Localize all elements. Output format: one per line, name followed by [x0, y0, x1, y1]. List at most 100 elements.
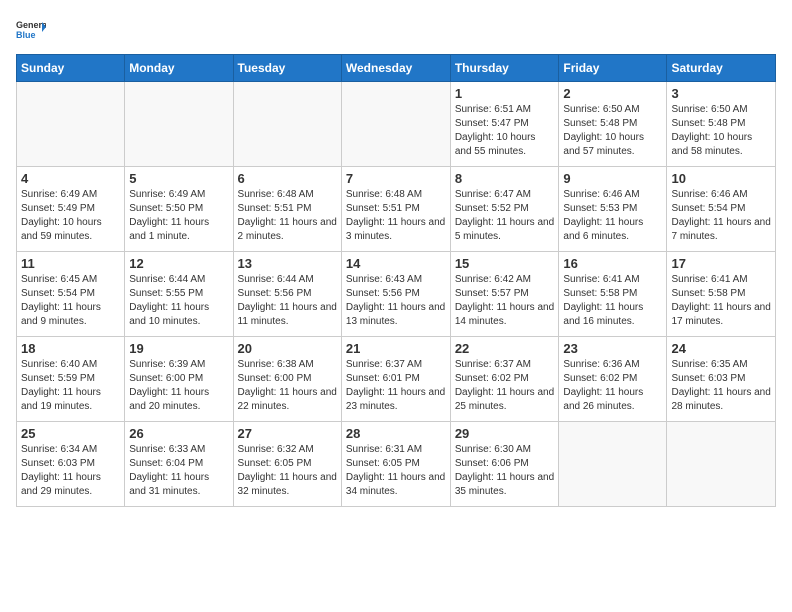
day-number: 20 [238, 341, 337, 356]
day-info: Sunrise: 6:32 AM Sunset: 6:05 PM Dayligh… [238, 443, 337, 499]
calendar-table: SundayMondayTuesdayWednesdayThursdayFrid… [16, 54, 776, 507]
calendar-cell [559, 422, 667, 507]
day-info: Sunrise: 6:42 AM Sunset: 5:57 PM Dayligh… [455, 273, 555, 329]
day-number: 22 [455, 341, 555, 356]
day-number: 25 [21, 426, 120, 441]
day-number: 16 [563, 256, 662, 271]
day-info: Sunrise: 6:30 AM Sunset: 6:06 PM Dayligh… [455, 443, 555, 499]
day-number: 10 [671, 171, 771, 186]
weekday-header-wednesday: Wednesday [341, 55, 450, 82]
day-info: Sunrise: 6:38 AM Sunset: 6:00 PM Dayligh… [238, 358, 337, 414]
day-info: Sunrise: 6:47 AM Sunset: 5:52 PM Dayligh… [455, 188, 555, 244]
calendar-cell: 28 Sunrise: 6:31 AM Sunset: 6:05 PM Dayli… [341, 422, 450, 507]
day-info: Sunrise: 6:31 AM Sunset: 6:05 PM Dayligh… [346, 443, 446, 499]
day-number: 26 [129, 426, 228, 441]
day-number: 17 [671, 256, 771, 271]
day-info: Sunrise: 6:41 AM Sunset: 5:58 PM Dayligh… [563, 273, 662, 329]
day-info: Sunrise: 6:44 AM Sunset: 5:56 PM Dayligh… [238, 273, 337, 329]
calendar-cell: 20 Sunrise: 6:38 AM Sunset: 6:00 PM Dayli… [233, 337, 341, 422]
day-info: Sunrise: 6:34 AM Sunset: 6:03 PM Dayligh… [21, 443, 120, 499]
svg-text:General: General [16, 20, 46, 30]
calendar-cell: 26 Sunrise: 6:33 AM Sunset: 6:04 PM Dayli… [125, 422, 233, 507]
day-number: 29 [455, 426, 555, 441]
calendar-cell: 25 Sunrise: 6:34 AM Sunset: 6:03 PM Dayli… [17, 422, 125, 507]
calendar-cell: 22Sunrise: 6:37 AM Sunset: 6:02 PM Dayli… [450, 337, 559, 422]
week-row-5: 25 Sunrise: 6:34 AM Sunset: 6:03 PM Dayli… [17, 422, 776, 507]
svg-text:Blue: Blue [16, 30, 36, 40]
calendar-cell: 16 Sunrise: 6:41 AM Sunset: 5:58 PM Dayli… [559, 252, 667, 337]
day-info: Sunrise: 6:49 AM Sunset: 5:50 PM Dayligh… [129, 188, 228, 244]
day-number: 24 [671, 341, 771, 356]
day-info: Sunrise: 6:46 AM Sunset: 5:54 PM Dayligh… [671, 188, 771, 244]
calendar-cell [17, 82, 125, 167]
calendar-cell: 12 Sunrise: 6:44 AM Sunset: 5:55 PM Dayli… [125, 252, 233, 337]
calendar-cell [341, 82, 450, 167]
weekday-header-thursday: Thursday [450, 55, 559, 82]
calendar-cell: 29 Sunrise: 6:30 AM Sunset: 6:06 PM Dayli… [450, 422, 559, 507]
day-info: Sunrise: 6:46 AM Sunset: 5:53 PM Dayligh… [563, 188, 662, 244]
calendar-cell: 7 Sunrise: 6:48 AM Sunset: 5:51 PM Daylig… [341, 167, 450, 252]
day-number: 2 [563, 86, 662, 101]
day-number: 11 [21, 256, 120, 271]
day-info: Sunrise: 6:51 AM Sunset: 5:47 PM Dayligh… [455, 103, 555, 159]
calendar-cell: 17 Sunrise: 6:41 AM Sunset: 5:58 PM Dayli… [667, 252, 776, 337]
calendar-cell [667, 422, 776, 507]
day-info: Sunrise: 6:43 AM Sunset: 5:56 PM Dayligh… [346, 273, 446, 329]
calendar-cell: 24 Sunrise: 6:35 AM Sunset: 6:03 PM Dayli… [667, 337, 776, 422]
day-number: 28 [346, 426, 446, 441]
day-info: Sunrise: 6:50 AM Sunset: 5:48 PM Dayligh… [563, 103, 662, 159]
week-row-1: 1 Sunrise: 6:51 AM Sunset: 5:47 PM Daylig… [17, 82, 776, 167]
calendar-cell: 8 Sunrise: 6:47 AM Sunset: 5:52 PM Daylig… [450, 167, 559, 252]
calendar-cell: 5 Sunrise: 6:49 AM Sunset: 5:50 PM Daylig… [125, 167, 233, 252]
logo-icon: General Blue [16, 16, 46, 46]
calendar-cell: 14 Sunrise: 6:43 AM Sunset: 5:56 PM Dayli… [341, 252, 450, 337]
calendar-cell: 21Sunrise: 6:37 AM Sunset: 6:01 PM Dayli… [341, 337, 450, 422]
day-number: 27 [238, 426, 337, 441]
day-info: Sunrise: 6:40 AM Sunset: 5:59 PM Dayligh… [21, 358, 120, 414]
calendar-cell [233, 82, 341, 167]
day-info: Sunrise: 6:44 AM Sunset: 5:55 PM Dayligh… [129, 273, 228, 329]
calendar-cell: 18Sunrise: 6:40 AM Sunset: 5:59 PM Dayli… [17, 337, 125, 422]
calendar-cell: 2 Sunrise: 6:50 AM Sunset: 5:48 PM Daylig… [559, 82, 667, 167]
day-number: 21 [346, 341, 446, 356]
day-info: Sunrise: 6:41 AM Sunset: 5:58 PM Dayligh… [671, 273, 771, 329]
day-number: 23 [563, 341, 662, 356]
week-row-3: 11 Sunrise: 6:45 AM Sunset: 5:54 PM Dayli… [17, 252, 776, 337]
logo: General Blue [16, 16, 46, 46]
weekday-header-saturday: Saturday [667, 55, 776, 82]
day-info: Sunrise: 6:36 AM Sunset: 6:02 PM Dayligh… [563, 358, 662, 414]
calendar-cell: 9 Sunrise: 6:46 AM Sunset: 5:53 PM Daylig… [559, 167, 667, 252]
calendar-cell: 4 Sunrise: 6:49 AM Sunset: 5:49 PM Daylig… [17, 167, 125, 252]
day-number: 15 [455, 256, 555, 271]
day-info: Sunrise: 6:49 AM Sunset: 5:49 PM Dayligh… [21, 188, 120, 244]
day-number: 9 [563, 171, 662, 186]
day-number: 3 [671, 86, 771, 101]
calendar-cell: 11 Sunrise: 6:45 AM Sunset: 5:54 PM Dayli… [17, 252, 125, 337]
day-number: 4 [21, 171, 120, 186]
weekday-header-sunday: Sunday [17, 55, 125, 82]
day-info: Sunrise: 6:39 AM Sunset: 6:00 PM Dayligh… [129, 358, 228, 414]
calendar-cell: 27 Sunrise: 6:32 AM Sunset: 6:05 PM Dayli… [233, 422, 341, 507]
day-number: 7 [346, 171, 446, 186]
day-number: 12 [129, 256, 228, 271]
day-info: Sunrise: 6:33 AM Sunset: 6:04 PM Dayligh… [129, 443, 228, 499]
calendar-cell: 3 Sunrise: 6:50 AM Sunset: 5:48 PM Daylig… [667, 82, 776, 167]
calendar-cell: 6Sunrise: 6:48 AM Sunset: 5:51 PM Daylig… [233, 167, 341, 252]
calendar-cell: 19Sunrise: 6:39 AM Sunset: 6:00 PM Dayli… [125, 337, 233, 422]
day-number: 5 [129, 171, 228, 186]
calendar-cell: 23 Sunrise: 6:36 AM Sunset: 6:02 PM Dayli… [559, 337, 667, 422]
calendar-cell: 15 Sunrise: 6:42 AM Sunset: 5:57 PM Dayli… [450, 252, 559, 337]
day-info: Sunrise: 6:45 AM Sunset: 5:54 PM Dayligh… [21, 273, 120, 329]
calendar-cell: 13 Sunrise: 6:44 AM Sunset: 5:56 PM Dayli… [233, 252, 341, 337]
day-info: Sunrise: 6:50 AM Sunset: 5:48 PM Dayligh… [671, 103, 771, 159]
day-number: 8 [455, 171, 555, 186]
day-info: Sunrise: 6:48 AM Sunset: 5:51 PM Dayligh… [346, 188, 446, 244]
weekday-header-tuesday: Tuesday [233, 55, 341, 82]
day-info: Sunrise: 6:35 AM Sunset: 6:03 PM Dayligh… [671, 358, 771, 414]
header: General Blue [16, 16, 776, 46]
day-number: 14 [346, 256, 446, 271]
day-number: 1 [455, 86, 555, 101]
day-number: 13 [238, 256, 337, 271]
calendar-cell: 10 Sunrise: 6:46 AM Sunset: 5:54 PM Dayli… [667, 167, 776, 252]
day-info: Sunrise: 6:48 AM Sunset: 5:51 PM Dayligh… [238, 188, 337, 244]
